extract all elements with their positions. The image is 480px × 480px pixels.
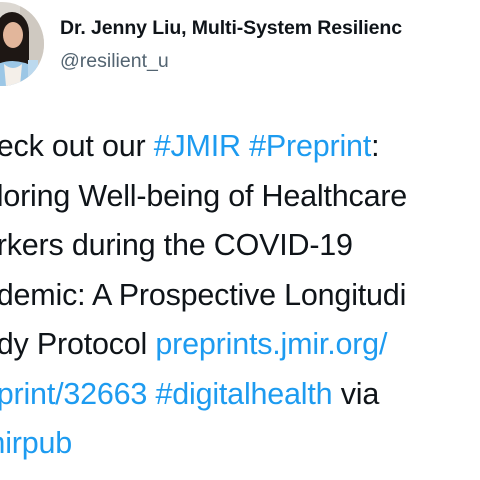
mention-jmirpub-link[interactable]: mirpub <box>0 426 72 460</box>
preprint-url-link-continued[interactable]: eprint/32663 <box>0 377 147 411</box>
preprint-url-link[interactable]: preprints.jmir.org/ <box>155 327 387 361</box>
author-display-name[interactable]: Dr. Jenny Liu, Multi-System Resilienc <box>60 17 402 40</box>
tweet-screenshot: Dr. Jenny Liu, Multi-System Resilienc @r… <box>0 0 480 480</box>
tweet-line: ploring Well-being of Healthcare <box>0 178 408 213</box>
hashtag-jmir-link[interactable]: #JMIR <box>154 129 241 163</box>
tweet-line: udy Protocol preprints.jmir.org/ <box>0 320 480 370</box>
tweet-text: heck out our #JMIR #Preprint: ploring We… <box>0 122 480 469</box>
tweet-text-segment: udy Protocol <box>0 327 148 361</box>
tweet-text-segment: heck out our <box>0 129 146 163</box>
tweet-text-segment: : <box>371 129 380 163</box>
tweet-line: ndemic: A Prospective Longitudi <box>0 277 407 312</box>
tweet-line: orkers during the COVID-19 <box>0 228 353 262</box>
profile-photo-icon <box>0 2 44 86</box>
tweet-text-segment <box>241 129 249 163</box>
avatar[interactable] <box>0 2 44 86</box>
tweet-line: mirpub <box>0 419 480 469</box>
tweet-text-segment: via <box>332 376 380 411</box>
hashtag-digitalhealth-link[interactable]: #digitalhealth <box>155 377 332 411</box>
tweet-line: eprint/32663 #digitalhealth via <box>0 370 480 420</box>
hashtag-preprint-link[interactable]: #Preprint <box>249 129 371 163</box>
author-handle[interactable]: @resilient_u <box>60 50 169 73</box>
tweet-line: heck out our #JMIR #Preprint: <box>0 122 480 172</box>
